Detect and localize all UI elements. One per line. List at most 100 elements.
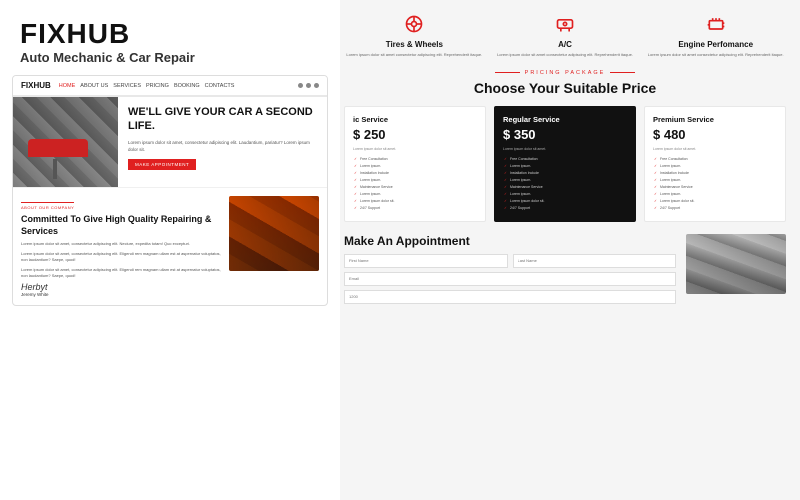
price-premium-name: Premium Service	[653, 115, 777, 124]
price-feature: ✓Installation Include	[653, 171, 777, 176]
about-signature: Herbyt	[21, 282, 221, 292]
price-feature: ✓Lorem ipsum.	[653, 192, 777, 197]
price-feature: ✓24/7 Support	[353, 206, 477, 211]
check-icon: ✓	[353, 185, 358, 190]
price-premium-amount: $ 480	[653, 127, 777, 142]
check-icon: ✓	[353, 178, 358, 183]
about-image-inner	[229, 196, 319, 271]
price-feature: ✓Maintenance Service	[653, 185, 777, 190]
pricing-title: Choose Your Suitable Price	[344, 80, 786, 96]
service-ac: A/C Lorem ipsum dolor sit amet consectet…	[495, 12, 636, 58]
price-card-premium: Premium Service $ 480 Lorem ipsum dolor …	[644, 106, 786, 222]
check-icon: ✓	[503, 164, 508, 169]
hero-section: WE'LL GIVE YOUR CAR A SECOND LIFE. Lorem…	[13, 97, 327, 187]
price-feature: ✓Lorem ipsum.	[503, 178, 627, 183]
nav-home[interactable]: HOME	[59, 83, 76, 89]
ac-icon	[553, 12, 577, 36]
price-feature: ✓Maintenance Service	[503, 185, 627, 190]
services-row: Tires & Wheels Lorem ipsum dolor sit ame…	[344, 12, 786, 58]
hero-text: WE'LL GIVE YOUR CAR A SECOND LIFE. Lorem…	[118, 97, 327, 187]
brand-name: FIXHUB	[20, 18, 320, 50]
appointment-section: Make An Appointment	[344, 234, 786, 308]
check-icon: ✓	[353, 192, 358, 197]
price-feature: ✓Lorem ipsum.	[653, 178, 777, 183]
check-icon: ✓	[353, 171, 358, 176]
check-icon: ✓	[653, 192, 658, 197]
check-icon: ✓	[353, 206, 358, 211]
nav-about[interactable]: ABOUT US	[80, 83, 108, 89]
price-feature: ✓Installation Include	[503, 171, 627, 176]
appointment-title-cont: ppointment	[404, 234, 469, 248]
about-para-2: Lorem ipsum dolor sit amet, consectetur …	[21, 251, 221, 264]
check-icon: ✓	[653, 178, 658, 183]
service-engine-title: Engine Perfomance	[645, 40, 786, 49]
price-feature: ✓24/7 Support	[503, 206, 627, 211]
price-feature: ✓Lorem ipsum.	[353, 178, 477, 183]
check-icon: ✓	[653, 185, 658, 190]
car-graphic	[28, 139, 88, 157]
hero-body: Lorem ipsum dolor sit amet, consectetur …	[128, 139, 317, 153]
brand-header: FIXHUB Auto Mechanic & Car Repair	[0, 0, 340, 75]
check-icon: ✓	[503, 192, 508, 197]
appt-row-2	[344, 272, 676, 286]
time-input[interactable]	[344, 290, 676, 304]
brand-tagline: Auto Mechanic & Car Repair	[20, 50, 320, 65]
hero-headline: WE'LL GIVE YOUR CAR A SECOND LIFE.	[128, 105, 317, 134]
price-feature: ✓Lorem ipsum dolor sit.	[353, 199, 477, 204]
price-feature: ✓Lorem ipsum.	[353, 164, 477, 169]
tire-icon	[402, 12, 426, 36]
about-section: ABOUT OUR COMPANY Committed To Give High…	[13, 187, 327, 305]
check-icon: ✓	[653, 157, 658, 162]
email-input[interactable]	[344, 272, 676, 286]
price-card-basic: ic Service $ 250 Lorem ipsum dolor sit a…	[344, 106, 486, 222]
price-feature: ✓Lorem ipsum.	[653, 164, 777, 169]
about-heading: Committed To Give High Quality Repairing…	[21, 214, 221, 237]
check-icon: ✓	[503, 171, 508, 176]
about-author: Jeremy White	[21, 292, 221, 297]
check-icon: ✓	[503, 199, 508, 204]
mini-browser: FIXHUB HOME ABOUT US SERVICES PRICING BO…	[12, 75, 328, 306]
price-feature: ✓Lorem ipsum.	[503, 164, 627, 169]
price-feature: ✓Installation Include	[353, 171, 477, 176]
appointment-image	[686, 234, 786, 294]
service-ac-desc: Lorem ipsum dolor sit amet consectetur a…	[495, 52, 636, 58]
hero-cta-button[interactable]: MAKE APPOINTMENT	[128, 159, 196, 170]
check-icon: ✓	[653, 199, 658, 204]
check-icon: ✓	[353, 164, 358, 169]
social-icons	[298, 83, 319, 88]
check-icon: ✓	[503, 157, 508, 162]
price-feature: ✓Lorem ipsum dolor sit.	[653, 199, 777, 204]
nav-booking[interactable]: BOOKING	[174, 83, 200, 89]
check-icon: ✓	[503, 185, 508, 190]
last-name-input[interactable]	[513, 254, 677, 268]
price-feature: ✓Free Consultation	[653, 157, 777, 162]
price-basic-desc: Lorem ipsum dolor sit amet.	[353, 147, 477, 153]
hero-image	[13, 97, 118, 187]
price-feature: ✓Free Consultation	[353, 157, 477, 162]
service-engine: Engine Perfomance Lorem ipsum dolor sit …	[645, 12, 786, 58]
service-tires-desc: Lorem ipsum dolor sit amet consectetur a…	[344, 52, 485, 58]
nav-links: HOME ABOUT US SERVICES PRICING BOOKING C…	[59, 83, 290, 89]
price-feature: ✓Lorem ipsum dolor sit.	[503, 199, 627, 204]
nav-contacts[interactable]: CONTACTS	[205, 83, 235, 89]
lift-arm	[53, 159, 57, 179]
nav-pricing[interactable]: PRICING	[146, 83, 169, 89]
check-icon: ✓	[653, 164, 658, 169]
check-icon: ✓	[353, 157, 358, 162]
appointment-form: Make An Appointment	[344, 234, 676, 308]
nav-services[interactable]: SERVICES	[113, 83, 141, 89]
price-basic-amount: $ 250	[353, 127, 477, 142]
about-label: ABOUT OUR COMPANY	[21, 202, 74, 210]
price-card-regular: Regular Service $ 350 Lorem ipsum dolor …	[494, 106, 636, 222]
mini-nav: FIXHUB HOME ABOUT US SERVICES PRICING BO…	[13, 76, 327, 97]
car-lift-graphic	[23, 139, 93, 179]
price-regular-amount: $ 350	[503, 127, 627, 142]
appointment-title: Make An Appointment	[344, 234, 676, 248]
price-feature: ✓Lorem ipsum.	[503, 192, 627, 197]
facebook-icon	[298, 83, 303, 88]
price-basic-name: ic Service	[353, 115, 477, 124]
instagram-icon	[314, 83, 319, 88]
check-icon: ✓	[653, 171, 658, 176]
first-name-input[interactable]	[344, 254, 508, 268]
service-tires-title: Tires & Wheels	[344, 40, 485, 49]
